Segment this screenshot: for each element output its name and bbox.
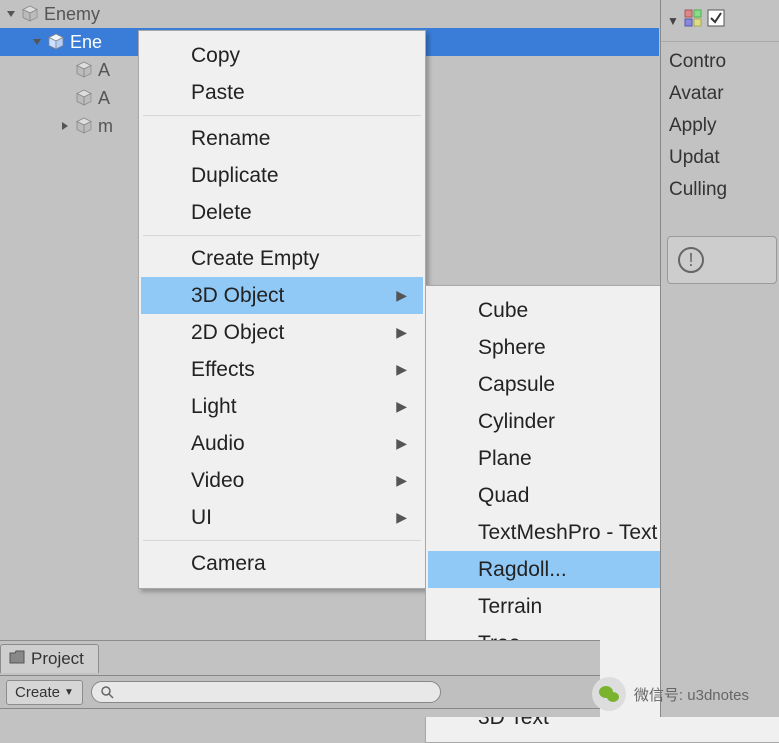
inspector-field-label: Apply	[669, 110, 779, 142]
menu-item-label: 3D Object	[191, 284, 284, 308]
wechat-icon	[592, 677, 626, 711]
menu-item[interactable]: Copy	[141, 37, 423, 74]
chevron-right-icon: ▶	[396, 287, 407, 304]
menu-item[interactable]: 3D Object ▶	[141, 277, 423, 314]
search-input-field[interactable]	[114, 685, 432, 700]
inspector-panel: ▼ ControAvatarApplyUpdatCulling !	[660, 0, 779, 717]
inspector-component-header[interactable]: ▼	[661, 0, 779, 42]
menu-item-label: Sphere	[478, 336, 546, 360]
menu-item-label: Duplicate	[191, 164, 279, 188]
project-tab[interactable]: Project	[0, 644, 99, 673]
chevron-right-icon: ▶	[396, 509, 407, 526]
chevron-right-icon: ▶	[396, 435, 407, 452]
foldout-spacer	[58, 63, 72, 77]
hierarchy-item-label: A	[98, 88, 110, 109]
search-icon	[100, 685, 114, 699]
menu-separator	[143, 540, 421, 541]
menu-separator	[143, 115, 421, 116]
hierarchy-item-label: A	[98, 60, 110, 81]
hierarchy-item[interactable]: Enemy	[0, 0, 659, 28]
watermark-label: 微信号: u3dnotes	[634, 684, 749, 705]
menu-item[interactable]: Create Empty	[141, 240, 423, 277]
hierarchy-item-label: Enemy	[44, 4, 100, 25]
menu-item[interactable]: Camera	[141, 545, 423, 582]
foldout-icon[interactable]	[58, 119, 72, 133]
component-icon	[683, 8, 703, 33]
menu-item-label: 2D Object	[191, 321, 284, 345]
menu-item-label: Rename	[191, 127, 270, 151]
dropdown-arrow-icon: ▼	[64, 687, 74, 698]
menu-item-label: Copy	[191, 44, 240, 68]
menu-item[interactable]: Rename	[141, 120, 423, 157]
menu-item[interactable]: Delete	[141, 194, 423, 231]
menu-item-label: Plane	[478, 447, 532, 471]
menu-item-label: Paste	[191, 81, 245, 105]
hierarchy-item-label: m	[98, 116, 113, 137]
menu-item-label: Camera	[191, 552, 266, 576]
menu-item-label: Audio	[191, 432, 245, 456]
menu-item[interactable]: UI ▶	[141, 499, 423, 536]
menu-item-label: Delete	[191, 201, 252, 225]
menu-item[interactable]: 2D Object ▶	[141, 314, 423, 351]
inspector-field-label: Avatar	[669, 78, 779, 110]
context-menu: Copy Paste Rename Duplicate Delete Create Emp…	[138, 30, 426, 589]
project-toolbar: Create ▼	[0, 675, 600, 709]
inspector-field-label: Contro	[669, 46, 779, 78]
chevron-right-icon: ▶	[396, 398, 407, 415]
menu-item-label: UI	[191, 506, 212, 530]
foldout-icon[interactable]	[30, 35, 44, 49]
menu-item-label: Video	[191, 469, 244, 493]
menu-item-label: Ragdoll...	[478, 558, 567, 582]
chevron-right-icon: ▶	[396, 361, 407, 378]
project-tab-label: Project	[31, 649, 84, 669]
inspector-field-label: Culling	[669, 174, 779, 206]
info-icon: !	[678, 247, 704, 273]
menu-item-label: Cylinder	[478, 410, 555, 434]
menu-item[interactable]: Audio ▶	[141, 425, 423, 462]
search-input[interactable]	[91, 681, 441, 703]
menu-item-label: Capsule	[478, 373, 555, 397]
menu-item-label: Terrain	[478, 595, 542, 619]
menu-separator	[143, 235, 421, 236]
foldout-spacer	[58, 91, 72, 105]
foldout-icon[interactable]	[4, 7, 18, 21]
menu-item[interactable]: Duplicate	[141, 157, 423, 194]
folder-icon	[9, 649, 25, 669]
menu-item-label: TextMeshPro - Text	[478, 521, 657, 545]
menu-item[interactable]: Paste	[141, 74, 423, 111]
menu-item[interactable]: Effects ▶	[141, 351, 423, 388]
menu-item-label: Cube	[478, 299, 528, 323]
hierarchy-item-label: Ene	[70, 32, 102, 53]
menu-item-label: Effects	[191, 358, 255, 382]
watermark: 微信号: u3dnotes	[592, 677, 749, 711]
checkbox-icon[interactable]	[707, 9, 725, 32]
menu-item-label: Light	[191, 395, 237, 419]
project-panel: Project Create ▼	[0, 640, 600, 717]
chevron-right-icon: ▶	[396, 472, 407, 489]
inspector-fields: ControAvatarApplyUpdatCulling	[661, 42, 779, 206]
menu-item-label: Create Empty	[191, 247, 319, 271]
chevron-right-icon: ▶	[396, 324, 407, 341]
menu-item-label: Quad	[478, 484, 529, 508]
menu-item[interactable]: Light ▶	[141, 388, 423, 425]
menu-item[interactable]: Video ▶	[141, 462, 423, 499]
create-button-label: Create	[15, 684, 60, 701]
create-button[interactable]: Create ▼	[6, 680, 83, 705]
foldout-icon[interactable]: ▼	[667, 14, 679, 28]
inspector-info-box: !	[667, 236, 777, 284]
inspector-field-label: Updat	[669, 142, 779, 174]
